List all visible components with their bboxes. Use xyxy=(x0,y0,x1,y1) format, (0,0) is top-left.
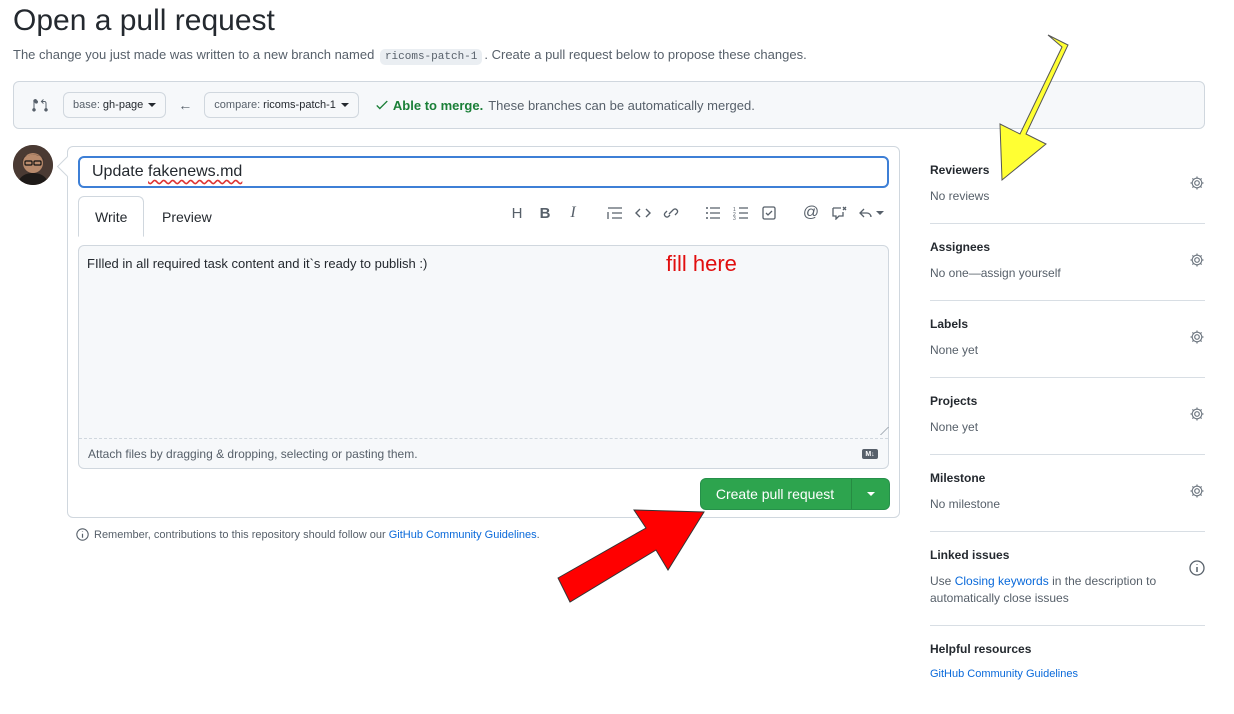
quote-icon[interactable] xyxy=(601,202,629,224)
page-title: Open a pull request xyxy=(13,4,275,37)
base-branch-select[interactable]: base: gh-page xyxy=(63,92,167,118)
labels-value: None yet xyxy=(930,343,979,357)
sidebar-linked-issues: Linked issues Use Closing keywords in th… xyxy=(930,548,1205,626)
title-input[interactable]: Update fakenews.md xyxy=(78,156,889,188)
chevron-down-icon xyxy=(340,103,349,107)
compare-branch-name: ricoms-patch-1 xyxy=(263,99,336,111)
linked-issues-text-before: Use xyxy=(930,574,952,588)
subtitle-text-end: . Create a pull request below to propose… xyxy=(484,47,807,62)
merge-status-message: These branches can be automatically merg… xyxy=(488,97,755,113)
reply-icon[interactable] xyxy=(853,202,889,224)
sidebar-assignees: Assignees No one—assign yourself xyxy=(930,240,1205,301)
comment-textarea[interactable]: FIlled in all required task content and … xyxy=(78,245,889,469)
compare-bar: base: gh-page ← compare: ricoms-patch-1 Ab… xyxy=(13,81,1205,129)
gear-icon[interactable] xyxy=(1189,406,1205,422)
chevron-down-icon xyxy=(876,211,884,215)
resize-handle[interactable] xyxy=(873,427,889,435)
info-icon[interactable] xyxy=(1189,560,1205,576)
linked-issues-heading: Linked issues xyxy=(930,548,1010,562)
red-arrow-annotation xyxy=(557,509,705,603)
helpful-guidelines-link[interactable]: GitHub Community Guidelines xyxy=(930,668,1205,680)
create-pull-request-button[interactable]: Create pull request xyxy=(700,478,890,510)
tab-write[interactable]: Write xyxy=(78,196,145,237)
editor-tabs: Write Preview H B I 123 @ xyxy=(78,196,889,237)
milestone-heading[interactable]: Milestone xyxy=(930,471,1205,485)
assignees-heading[interactable]: Assignees xyxy=(930,240,1205,254)
bold-icon[interactable]: B xyxy=(531,202,559,224)
sidebar-reviewers: Reviewers No reviews xyxy=(930,163,1205,224)
create-pull-request-label: Create pull request xyxy=(715,486,835,502)
link-icon[interactable] xyxy=(657,202,685,224)
arrow-left-icon: ← xyxy=(178,97,193,113)
title-input-word: Update xyxy=(92,163,144,180)
reminder-text-end: . xyxy=(536,528,540,541)
assignees-value[interactable]: No one—assign yourself xyxy=(930,265,1205,282)
labels-heading[interactable]: Labels xyxy=(930,317,1205,331)
compare-icon xyxy=(32,99,48,112)
helpful-resources-heading: Helpful resources xyxy=(930,642,1032,656)
heading-icon[interactable]: H xyxy=(503,202,531,224)
italic-icon[interactable]: I xyxy=(559,202,587,224)
projects-heading[interactable]: Projects xyxy=(930,394,1205,408)
base-branch-name: gh-page xyxy=(102,99,144,111)
attach-files-hint: Attach files by dragging & dropping, sel… xyxy=(88,446,418,461)
info-icon xyxy=(76,528,89,541)
closing-keywords-link[interactable]: Closing keywords xyxy=(955,574,1049,588)
comment-body-text: FIlled in all required task content and … xyxy=(87,256,428,271)
unordered-list-icon[interactable] xyxy=(699,202,727,224)
compare-prefix: compare: xyxy=(214,99,261,111)
chevron-down-icon xyxy=(866,492,875,496)
gear-icon[interactable] xyxy=(1189,483,1205,499)
reference-icon[interactable] xyxy=(825,202,853,224)
community-guidelines-link[interactable]: GitHub Community Guidelines xyxy=(389,529,537,541)
tab-preview[interactable]: Preview xyxy=(146,196,228,237)
markdown-toolbar: H B I 123 @ xyxy=(503,202,889,224)
reviewers-value: No reviews xyxy=(930,189,990,203)
sidebar-milestone: Milestone No milestone xyxy=(930,471,1205,532)
chevron-down-icon xyxy=(148,103,157,107)
branch-name-code: ricoms-patch-1 xyxy=(379,49,483,65)
mention-icon[interactable]: @ xyxy=(797,202,825,224)
merge-status: Able to merge. These branches can be aut… xyxy=(375,98,755,113)
annotation-fill-here: fill here xyxy=(666,251,737,276)
ordered-list-icon[interactable]: 123 xyxy=(727,202,755,224)
avatar xyxy=(13,145,53,185)
title-input-filename: fakenews.md xyxy=(148,163,243,180)
sidebar: Reviewers No reviews Assignees No one—as… xyxy=(930,150,1205,714)
merge-status-label: Able to merge. xyxy=(392,97,484,113)
task-list-icon[interactable] xyxy=(755,202,783,224)
sidebar-projects: Projects None yet xyxy=(930,394,1205,455)
check-icon xyxy=(376,100,388,110)
projects-value: None yet xyxy=(930,420,979,434)
reminder-text: Remember, contributions to this reposito… xyxy=(94,528,386,541)
contribution-reminder: Remember, contributions to this reposito… xyxy=(76,528,540,541)
create-options-dropdown[interactable] xyxy=(851,479,889,509)
gear-icon[interactable] xyxy=(1189,252,1205,268)
page-subtitle: The change you just made was written to … xyxy=(13,47,807,65)
base-prefix: base: xyxy=(73,99,100,111)
pull-request-form: Update fakenews.md Write Preview H B I 1… xyxy=(67,146,900,518)
subtitle-text: The change you just made was written to … xyxy=(13,47,375,62)
attach-files-area[interactable]: Attach files by dragging & dropping, sel… xyxy=(79,438,888,468)
sidebar-labels: Labels None yet xyxy=(930,317,1205,378)
gear-icon[interactable] xyxy=(1189,175,1205,191)
sidebar-helpful-resources: Helpful resources GitHub Community Guide… xyxy=(930,642,1205,698)
svg-text:3: 3 xyxy=(733,216,736,220)
markdown-icon[interactable]: M↓ xyxy=(862,449,878,459)
milestone-value: No milestone xyxy=(930,497,1001,511)
compare-branch-select[interactable]: compare: ricoms-patch-1 xyxy=(204,92,359,118)
gear-icon[interactable] xyxy=(1189,329,1205,345)
reviewers-heading[interactable]: Reviewers xyxy=(930,163,1205,177)
code-icon[interactable] xyxy=(629,202,657,224)
linked-issues-text: Use Closing keywords in the description … xyxy=(930,573,1170,607)
